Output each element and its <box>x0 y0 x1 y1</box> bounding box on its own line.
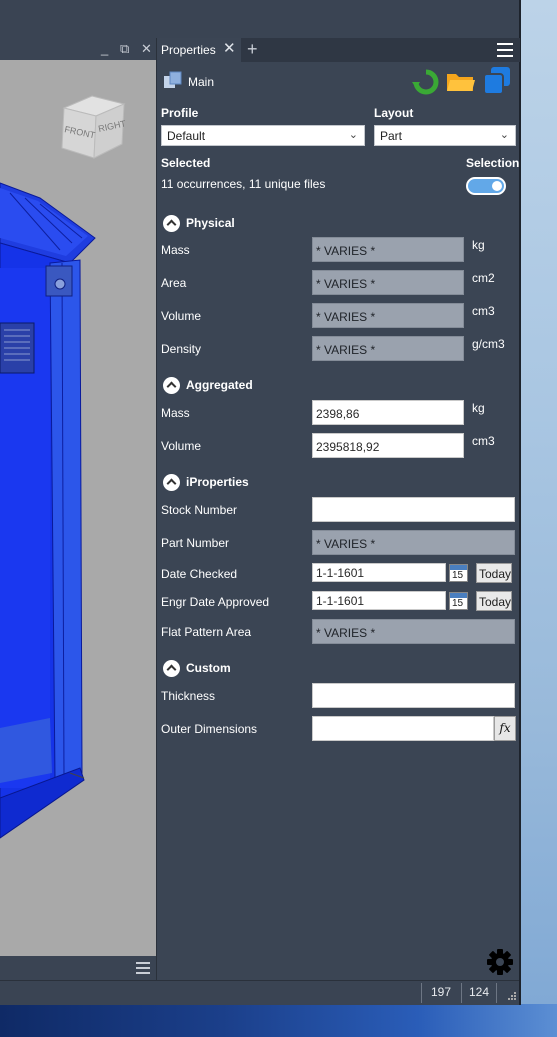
tab-properties-label: Properties <box>161 43 216 57</box>
view-cube[interactable]: FRONT RIGHT <box>56 92 132 168</box>
physical-mass-field[interactable]: * VARIES * <box>312 237 464 262</box>
layout-label: Layout <box>374 106 414 120</box>
date-checked-label: Date Checked <box>161 567 238 581</box>
tab-properties[interactable]: Properties ✕ <box>157 38 241 62</box>
selected-value: 11 occurrences, 11 unique files <box>161 177 326 191</box>
chevron-down-icon: ⌄ <box>499 129 509 141</box>
selection-toggle[interactable] <box>466 177 506 195</box>
part-number-field[interactable]: * VARIES * <box>312 530 515 555</box>
date-checked-field[interactable]: 1-1-1601 <box>312 563 446 582</box>
collapse-icon[interactable] <box>163 660 180 677</box>
date-checked-today-button[interactable]: Today <box>476 563 512 583</box>
status-value-1: 197 <box>431 985 452 999</box>
copy-icon[interactable] <box>482 66 512 96</box>
collapse-icon[interactable] <box>163 377 180 394</box>
add-tab-button[interactable]: + <box>247 39 258 59</box>
flat-pattern-label: Flat Pattern Area <box>161 625 252 639</box>
properties-panel: Properties ✕ + Main Profile Default ⌄ La… <box>156 38 520 980</box>
taskbar <box>0 1004 557 1037</box>
aggregated-volume-label: Volume <box>161 439 202 453</box>
status-bar: 197 124 <box>0 980 519 1005</box>
minimize-button[interactable]: _ <box>101 41 108 57</box>
physical-area-label: Area <box>161 276 187 290</box>
physical-area-unit: cm2 <box>472 271 495 285</box>
aggregated-mass-unit: kg <box>472 401 485 415</box>
aggregated-mass-label: Mass <box>161 406 190 420</box>
engr-date-field[interactable]: 1-1-1601 <box>312 591 446 610</box>
aggregated-volume-field[interactable]: 2395818,92 <box>312 433 464 458</box>
layout-select-value: Part <box>380 129 403 143</box>
desktop-background <box>520 0 557 1037</box>
outer-dimensions-field[interactable] <box>312 716 494 741</box>
physical-volume-field[interactable]: * VARIES * <box>312 303 464 328</box>
tab-strip: Properties ✕ + <box>157 38 520 62</box>
calendar-icon[interactable]: 15 <box>449 564 468 582</box>
open-folder-icon[interactable] <box>446 70 476 94</box>
chevron-down-icon: ⌄ <box>348 129 358 141</box>
thickness-label: Thickness <box>161 689 216 703</box>
tab-close-icon[interactable]: ✕ <box>223 41 236 57</box>
physical-mass-label: Mass <box>161 243 190 257</box>
calendar-day: 15 <box>452 598 464 609</box>
selected-label: Selected <box>161 156 211 170</box>
refresh-icon[interactable] <box>412 68 440 96</box>
app-window: FRONT RIGHT _ ⧉ ✕ Properties ✕ + Main Pr… <box>0 0 521 1005</box>
panel-menu-icon[interactable] <box>497 43 513 57</box>
physical-density-unit: g/cm3 <box>472 337 505 351</box>
aggregated-mass-field[interactable]: 2398,86 <box>312 400 464 425</box>
model-view-graphic <box>0 38 156 956</box>
custom-title: Custom <box>186 661 231 675</box>
physical-density-field[interactable]: * VARIES * <box>312 336 464 361</box>
iproperties-title: iProperties <box>186 475 249 489</box>
close-viewport-button[interactable]: ✕ <box>141 41 152 57</box>
physical-title: Physical <box>186 216 235 230</box>
stock-number-label: Stock Number <box>161 503 238 517</box>
gear-icon[interactable] <box>486 948 514 976</box>
model-viewport[interactable]: FRONT RIGHT _ ⧉ ✕ <box>0 38 156 956</box>
outer-dimensions-label: Outer Dimensions <box>161 722 258 736</box>
restore-button[interactable]: ⧉ <box>120 41 129 57</box>
header-title: Main <box>188 75 215 89</box>
physical-mass-unit: kg <box>472 238 485 252</box>
stock-number-field[interactable] <box>312 497 515 522</box>
collapse-icon[interactable] <box>163 474 180 491</box>
profile-label: Profile <box>161 106 199 120</box>
menu-icon[interactable] <box>136 962 150 974</box>
part-number-label: Part Number <box>161 536 230 550</box>
status-value-2: 124 <box>469 985 490 999</box>
resize-grip-icon[interactable] <box>507 991 517 1001</box>
profile-select-value: Default <box>167 129 206 143</box>
collapse-icon[interactable] <box>163 215 180 232</box>
viewport-titlebar: _ ⧉ ✕ <box>0 38 156 60</box>
engr-date-label: Engr Date Approved <box>161 595 270 609</box>
calendar-icon[interactable]: 15 <box>449 592 468 610</box>
layout-select[interactable]: Part ⌄ <box>374 125 516 146</box>
selection-label: Selection <box>466 156 520 170</box>
aggregated-title: Aggregated <box>186 378 253 392</box>
physical-volume-label: Volume <box>161 309 202 323</box>
flat-pattern-field[interactable]: * VARIES * <box>312 619 515 644</box>
app-top-bar <box>0 0 519 38</box>
fx-button[interactable]: fx <box>494 716 516 741</box>
physical-density-label: Density <box>161 342 202 356</box>
physical-volume-unit: cm3 <box>472 304 495 318</box>
engr-date-today-button[interactable]: Today <box>476 591 512 611</box>
viewport-bottom-bar <box>0 956 156 980</box>
aggregated-volume-unit: cm3 <box>472 434 495 448</box>
calendar-day: 15 <box>452 570 464 581</box>
profile-select[interactable]: Default ⌄ <box>161 125 365 146</box>
physical-area-field[interactable]: * VARIES * <box>312 270 464 295</box>
assembly-icon <box>164 71 182 88</box>
thickness-field[interactable] <box>312 683 515 708</box>
